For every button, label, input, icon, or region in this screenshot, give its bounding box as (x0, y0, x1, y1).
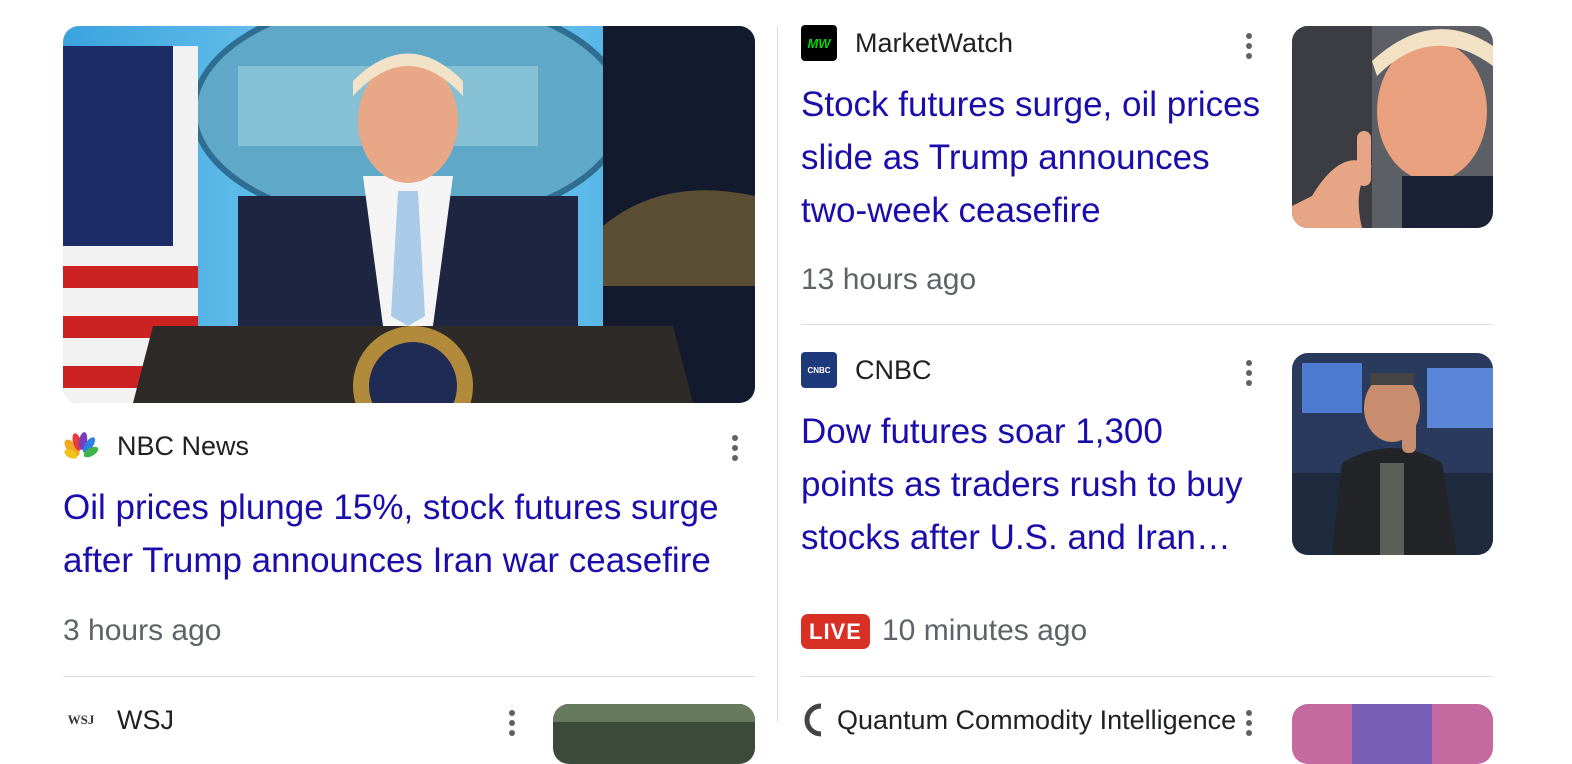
wsj-logo-icon: WSJ (63, 702, 99, 738)
article-timestamp: 10 minutes ago (882, 614, 1088, 647)
article-timestamp: 13 hours ago (801, 263, 977, 296)
article-divider (801, 324, 1493, 325)
article-image-wsj[interactable] (553, 704, 755, 764)
live-badge: LIVE (801, 614, 870, 649)
quantum-logo-icon (801, 702, 827, 738)
more-options-icon[interactable] (500, 706, 524, 740)
source-name: WSJ (117, 704, 174, 735)
source-name: CNBC (855, 354, 932, 385)
cnbc-logo-icon: CNBC (801, 352, 837, 388)
source-name: NBC News (117, 430, 250, 461)
article-image-quantum[interactable] (1292, 704, 1493, 764)
article-timestamp: 3 hours ago (63, 614, 222, 647)
nbc-peacock-icon (63, 428, 99, 464)
source-name: MarketWatch (855, 27, 1014, 58)
article-divider (63, 676, 755, 677)
article-image-nbc[interactable] (63, 26, 755, 403)
source-name: Quantum Commodity Intelligence (837, 704, 1237, 735)
article-image-cnbc[interactable] (1292, 353, 1493, 555)
more-options-icon[interactable] (1237, 29, 1261, 63)
marketwatch-logo-text: MW (807, 35, 831, 51)
article-source-quantum[interactable]: Quantum Commodity Intelligence (801, 702, 1236, 738)
marketwatch-logo-icon: MW (801, 25, 837, 61)
more-options-icon[interactable] (1237, 706, 1261, 740)
article-divider (801, 676, 1493, 677)
article-source-cnbc[interactable]: CNBC CNBC (801, 352, 932, 388)
more-options-icon[interactable] (1237, 356, 1261, 390)
more-options-icon[interactable] (723, 431, 747, 465)
article-headline[interactable]: Dow futures soar 1,300 points as traders… (801, 405, 1261, 564)
article-source-wsj[interactable]: WSJ WSJ (63, 702, 174, 738)
article-image-marketwatch[interactable] (1292, 26, 1493, 228)
column-divider (777, 26, 778, 722)
cnbc-logo-text: CNBC (807, 365, 831, 375)
article-source-nbc[interactable]: NBC News (63, 428, 249, 464)
article-headline[interactable]: Oil prices plunge 15%, stock futures sur… (63, 481, 755, 587)
article-source-marketwatch[interactable]: MW MarketWatch (801, 25, 1013, 61)
wsj-logo-text: WSJ (67, 712, 95, 727)
article-headline[interactable]: Stock futures surge, oil prices slide as… (801, 78, 1261, 237)
